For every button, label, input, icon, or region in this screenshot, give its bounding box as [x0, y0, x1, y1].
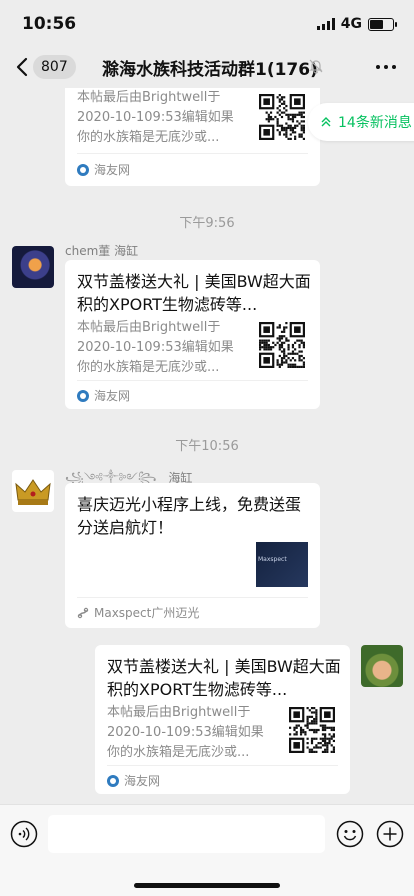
- status-indicators: 4G: [316, 16, 397, 32]
- chat-message-list[interactable]: 本帖最后由Brightwell于 2020-10-109:53编辑如果 你的水族…: [0, 88, 414, 804]
- emoji-icon[interactable]: [336, 820, 364, 848]
- qr-code-thumbnail: [259, 322, 305, 368]
- miniprogram-thumbnail: Maxspect: [256, 542, 308, 587]
- input-bar: [0, 804, 414, 896]
- card-desc-line: 本帖最后由Brightwell于: [77, 90, 221, 105]
- card-desc-line: 你的水族箱是无底沙或...: [107, 745, 250, 760]
- nav-bar: 807 滁海水族科技活动群1(176): [0, 46, 414, 88]
- new-messages-label: 14条新消息: [338, 115, 412, 131]
- qr-code-thumbnail: [289, 707, 335, 753]
- card-description: 本帖最后由Brightwell于 2020-10-109:53编辑如果 你的水族…: [77, 318, 243, 378]
- card-source-label: 海友网: [94, 389, 131, 403]
- card-source: 海友网: [77, 161, 130, 178]
- new-messages-button[interactable]: 14条新消息: [308, 103, 414, 141]
- card-title: 双节盖楼送大礼 | 美国BW超大面积的XPORT生物滤砖等...: [77, 272, 311, 314]
- card-divider: [107, 765, 338, 766]
- miniprogram-icon: [77, 607, 89, 618]
- card-desc-line: 本帖最后由Brightwell于: [77, 320, 221, 335]
- card-desc-line: 本帖最后由Brightwell于: [107, 705, 251, 720]
- chat-title: 滁海水族科技活动群1(176): [102, 60, 318, 80]
- card-divider: [77, 153, 308, 154]
- source-icon: [107, 774, 119, 787]
- card-desc-line: 2020-10-109:53编辑如果: [77, 340, 234, 355]
- card-desc-line: 2020-10-109:53编辑如果: [77, 110, 234, 125]
- home-indicator: [134, 883, 280, 888]
- card-source: 海友网: [77, 387, 130, 404]
- card-divider: [77, 597, 308, 598]
- card-source-label: 海友网: [94, 163, 131, 177]
- avatar[interactable]: [12, 246, 54, 288]
- voice-icon[interactable]: [10, 820, 38, 848]
- card-source: 海友网: [107, 772, 160, 789]
- card-source-label: 海友网: [124, 774, 161, 788]
- mute-icon: [309, 59, 323, 74]
- link-card-message[interactable]: 本帖最后由Brightwell于 2020-10-109:53编辑如果 你的水族…: [65, 88, 320, 186]
- card-title: 双节盖楼送大礼 | 美国BW超大面积的XPORT生物滤砖等...: [107, 657, 341, 699]
- card-desc-line: 2020-10-109:53编辑如果: [107, 725, 264, 740]
- sender-name: chem董 海缸: [65, 244, 139, 258]
- message-input[interactable]: [48, 815, 325, 853]
- miniprogram-message[interactable]: 喜庆迈光小程序上线，免费送蛋分送启航灯！ Maxspect Maxspect广州…: [65, 483, 320, 628]
- time-separator: 下午10:56: [175, 439, 239, 454]
- unread-count-badge[interactable]: 807: [33, 55, 76, 79]
- link-card-message[interactable]: 双节盖楼送大礼 | 美国BW超大面积的XPORT生物滤砖等... 本帖最后由Br…: [95, 645, 350, 794]
- signal-icon: [316, 18, 335, 30]
- card-divider: [77, 380, 308, 381]
- thumbnail-caption: Maxspect: [258, 556, 287, 563]
- time-separator: 下午9:56: [179, 216, 235, 231]
- my-avatar[interactable]: [361, 645, 403, 687]
- card-description: 本帖最后由Brightwell于 2020-10-109:53编辑如果 你的水族…: [77, 88, 243, 148]
- status-time: 10:56: [22, 14, 77, 34]
- battery-icon: [368, 17, 397, 31]
- card-desc-line: 你的水族箱是无底沙或...: [77, 360, 220, 375]
- avatar[interactable]: [12, 470, 54, 512]
- qr-code-thumbnail: [259, 94, 305, 140]
- status-bar: 10:56 4G: [0, 0, 414, 46]
- plus-icon[interactable]: [376, 820, 404, 848]
- crown-icon: [15, 479, 51, 505]
- link-card-message[interactable]: 双节盖楼送大礼 | 美国BW超大面积的XPORT生物滤砖等... 本帖最后由Br…: [65, 260, 320, 409]
- card-source: Maxspect广州迈光: [77, 604, 199, 621]
- network-label: 4G: [340, 16, 362, 32]
- card-description: 本帖最后由Brightwell于 2020-10-109:53编辑如果 你的水族…: [107, 703, 273, 763]
- more-icon[interactable]: [374, 57, 398, 77]
- card-desc-line: 你的水族箱是无底沙或...: [77, 130, 220, 145]
- source-icon: [77, 163, 89, 176]
- chevron-up-icon: [321, 117, 331, 127]
- source-icon: [77, 389, 89, 402]
- card-source-label: Maxspect广州迈光: [94, 606, 200, 620]
- card-title: 喜庆迈光小程序上线，免费送蛋分送启航灯！: [77, 495, 302, 537]
- back-icon[interactable]: [14, 56, 32, 78]
